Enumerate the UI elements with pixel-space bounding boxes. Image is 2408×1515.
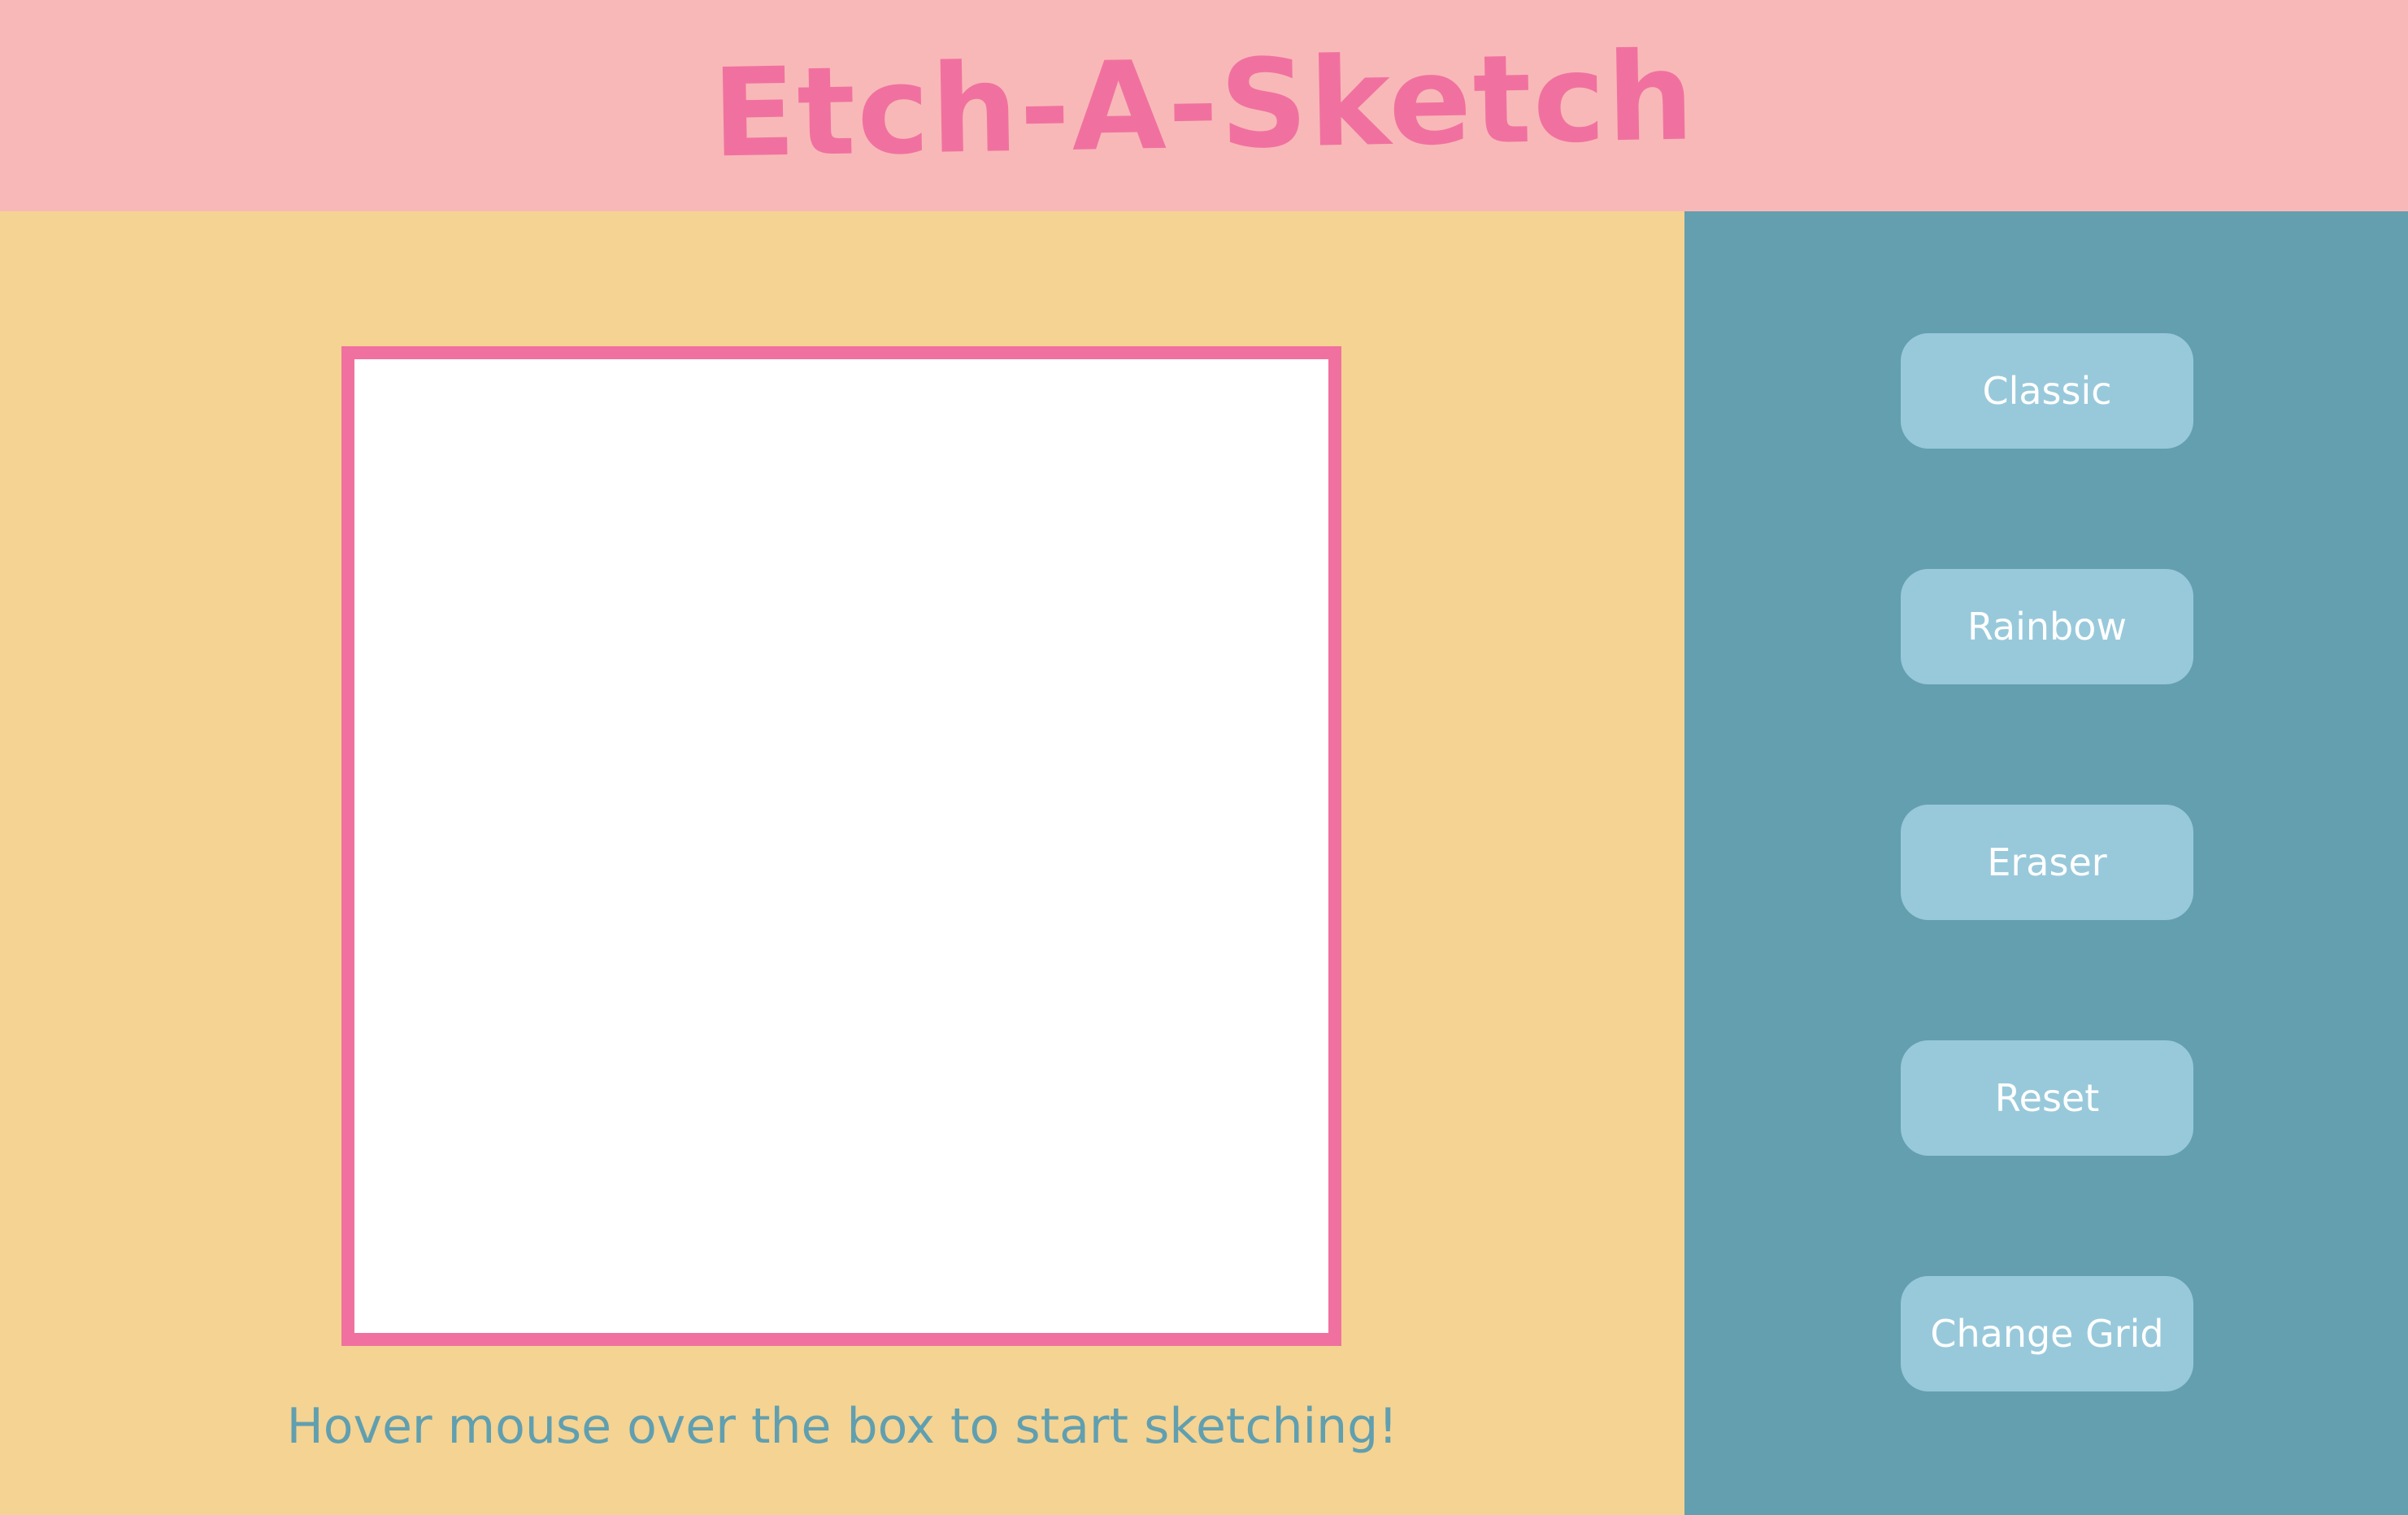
- sidebar: Classic Rainbow Eraser Reset Change Grid: [1684, 211, 2408, 1515]
- main-area: Hover mouse over the box to start sketch…: [0, 211, 1684, 1515]
- classic-button[interactable]: Classic: [1901, 333, 2193, 449]
- change-grid-button[interactable]: Change Grid: [1901, 1276, 2193, 1391]
- header: Etch-A-Sketch: [0, 0, 2408, 211]
- instruction-text: Hover mouse over the box to start sketch…: [286, 1398, 1398, 1455]
- rainbow-button[interactable]: Rainbow: [1901, 569, 2193, 684]
- page-title: Etch-A-Sketch: [711, 26, 1697, 185]
- eraser-button[interactable]: Eraser: [1901, 805, 2193, 920]
- reset-button[interactable]: Reset: [1901, 1040, 2193, 1156]
- sketch-canvas[interactable]: [341, 346, 1341, 1346]
